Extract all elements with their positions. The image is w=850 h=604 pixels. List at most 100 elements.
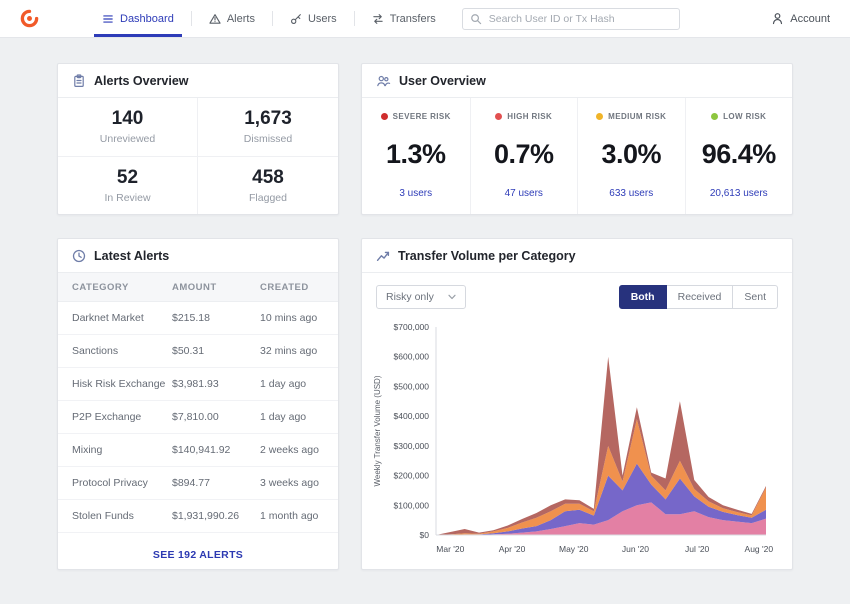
cell-category: Mixing xyxy=(72,444,103,456)
brand-logo-icon xyxy=(20,9,39,28)
svg-text:$100,000: $100,000 xyxy=(394,500,430,510)
svg-text:$500,000: $500,000 xyxy=(394,381,430,391)
table-row[interactable]: P2P Exchange $7,810.00 1 day ago xyxy=(58,401,338,434)
top-navbar: Dashboard Alerts Users Transfers Search … xyxy=(0,0,850,38)
dashboard-icon xyxy=(102,13,114,25)
cell-created: 1 month ago xyxy=(260,510,319,522)
stat-flagged: 458 Flagged xyxy=(198,157,338,215)
table-header: CATEGORY AMOUNT CREATED xyxy=(58,273,338,302)
segment-high-risk: HIGH RISK 0.7% 47 users xyxy=(469,98,578,214)
nav-divider xyxy=(353,11,355,26)
stacked-area-chart: $0 $100,000 $200,000 $300,000 $400,000 $500,0… xyxy=(373,322,774,554)
risk-label: LOW RISK xyxy=(723,112,767,121)
account-label: Account xyxy=(790,12,830,25)
see-all-alerts-link[interactable]: SEE 192 ALERTS xyxy=(153,549,243,561)
chart-controls: Risky only Both Received Sent xyxy=(362,273,792,315)
cell-amount: $50.31 xyxy=(172,345,205,357)
people-icon xyxy=(376,74,391,88)
svg-text:$600,000: $600,000 xyxy=(394,352,430,362)
cell-amount: $3,981.93 xyxy=(172,378,219,390)
cell-amount: $7,810.00 xyxy=(172,411,219,423)
search-box xyxy=(461,7,680,30)
stat-label: In Review xyxy=(104,191,151,204)
nav-alerts[interactable]: Alerts xyxy=(207,0,257,37)
table-row[interactable]: Protocol Privacy $894.77 3 weeks ago xyxy=(58,467,338,500)
risk-label: MEDIUM RISK xyxy=(608,112,667,121)
clock-icon xyxy=(72,249,86,263)
table-row[interactable]: Hisk Risk Exchange $3,981.93 1 day ago xyxy=(58,368,338,401)
cell-created: 1 day ago xyxy=(260,378,307,390)
table-row[interactable]: Sanctions $50.31 32 mins ago xyxy=(58,335,338,368)
transfer-volume-chart: $0 $100,000 $200,000 $300,000 $400,000 $500,0… xyxy=(362,315,792,564)
nav-transfers[interactable]: Transfers xyxy=(370,0,438,37)
stat-label: Flagged xyxy=(249,191,287,204)
segment-severe-risk: SEVERE RISK 1.3% 3 users xyxy=(362,98,470,214)
stat-label: Dismissed xyxy=(243,133,293,146)
toggle-sent-button[interactable]: Sent xyxy=(733,285,778,309)
risk-segments: SEVERE RISK 1.3% 3 users HIGH RISK 0.7% … xyxy=(362,98,792,214)
users-key-icon xyxy=(290,13,302,25)
dropdown-value: Risky only xyxy=(386,291,434,303)
stat-value: 458 xyxy=(252,166,284,188)
alerts-overview-card: Alerts Overview 140 Unreviewed 1,673 Dis… xyxy=(57,63,339,215)
account-menu[interactable]: Account xyxy=(771,12,830,25)
toggle-received-button[interactable]: Received xyxy=(666,285,734,309)
svg-text:$700,000: $700,000 xyxy=(394,322,430,332)
stat-value: 1,673 xyxy=(244,108,292,130)
search-input[interactable] xyxy=(461,7,680,30)
svg-text:Weekly Transfer Volume (USD): Weekly Transfer Volume (USD) xyxy=(373,375,382,486)
cell-category: Protocol Privacy xyxy=(72,477,148,489)
cell-created: 2 weeks ago xyxy=(260,444,319,456)
risk-percent: 3.0% xyxy=(601,139,662,169)
alerts-icon xyxy=(209,13,221,25)
svg-text:Jul '20: Jul '20 xyxy=(685,544,710,554)
stat-value: 52 xyxy=(116,166,139,188)
card-header: Latest Alerts xyxy=(58,239,338,273)
nav-label: Transfers xyxy=(389,12,436,25)
nav-users[interactable]: Users xyxy=(288,0,339,37)
cell-amount: $215.18 xyxy=(172,312,210,324)
table-row[interactable]: Stolen Funds $1,931,990.26 1 month ago xyxy=(58,500,338,533)
card-header: Alerts Overview xyxy=(58,64,338,98)
direction-toggle: Both Received Sent xyxy=(618,285,778,309)
app-logo[interactable] xyxy=(20,9,40,29)
table-row[interactable]: Darknet Market $215.18 10 mins ago xyxy=(58,302,338,335)
stat-in-review: 52 In Review xyxy=(58,156,198,214)
table-footer: SEE 192 ALERTS xyxy=(58,533,338,563)
search-icon xyxy=(470,13,482,25)
cell-amount: $1,931,990.26 xyxy=(172,510,240,522)
risk-dot xyxy=(380,113,388,120)
risk-dot xyxy=(495,113,503,120)
svg-text:Aug '20: Aug '20 xyxy=(745,544,774,554)
card-title: Transfer Volume per Category xyxy=(398,248,576,263)
chevron-down-icon xyxy=(448,294,456,300)
risk-users-link[interactable]: 20,613 users xyxy=(710,188,768,199)
risk-users-link[interactable]: 3 users xyxy=(399,188,432,199)
table-row[interactable]: Mixing $140,941.92 2 weeks ago xyxy=(58,434,338,467)
transfer-volume-card: Transfer Volume per Category Risky only … xyxy=(361,238,793,570)
nav-label: Users xyxy=(307,12,337,25)
cell-created: 3 weeks ago xyxy=(260,477,319,489)
risk-percent: 96.4% xyxy=(701,139,777,169)
dashboard-content: Alerts Overview 140 Unreviewed 1,673 Dis… xyxy=(57,63,793,570)
risk-users-link[interactable]: 633 users xyxy=(609,188,653,199)
risk-users-link[interactable]: 47 users xyxy=(505,188,543,199)
nav-divider xyxy=(271,11,273,26)
nav-dashboard[interactable]: Dashboard xyxy=(94,0,182,37)
svg-text:$200,000: $200,000 xyxy=(394,471,430,481)
stat-label: Unreviewed xyxy=(99,133,156,146)
risky-only-dropdown[interactable]: Risky only xyxy=(376,285,466,309)
card-header: User Overview xyxy=(362,64,792,98)
stat-dismissed: 1,673 Dismissed xyxy=(198,98,338,157)
svg-text:Mar '20: Mar '20 xyxy=(436,544,464,554)
chart-line-icon xyxy=(376,249,390,263)
latest-alerts-card: Latest Alerts CATEGORY AMOUNT CREATED Da… xyxy=(57,238,339,570)
cell-created: 10 mins ago xyxy=(260,312,318,324)
cell-category: Stolen Funds xyxy=(72,510,134,522)
stat-unreviewed: 140 Unreviewed xyxy=(58,98,198,157)
toggle-both-button[interactable]: Both xyxy=(618,285,667,309)
risk-dot xyxy=(596,113,604,120)
svg-text:May '20: May '20 xyxy=(559,544,589,554)
svg-text:$300,000: $300,000 xyxy=(394,441,430,451)
cell-category: Darknet Market xyxy=(72,312,144,324)
